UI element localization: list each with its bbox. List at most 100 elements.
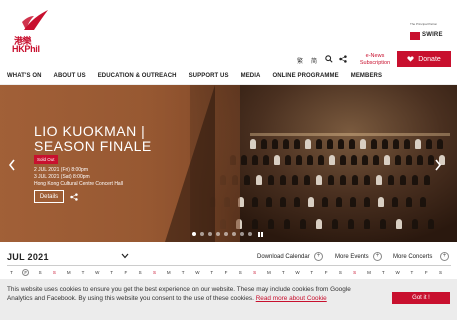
calendar-day[interactable]: S <box>437 270 444 275</box>
musician-figure <box>252 219 258 229</box>
download-calendar-icon[interactable]: + <box>314 252 323 261</box>
musician-figure <box>373 155 379 165</box>
musician-figure <box>428 219 434 229</box>
calendar-month-label[interactable]: JUL 2021 <box>7 252 49 262</box>
nav-online-programme[interactable]: ONLINE PROGRAMME <box>272 73 338 79</box>
calendar-day[interactable]: M <box>265 270 272 275</box>
share-icon[interactable] <box>339 55 347 63</box>
calendar-day[interactable]: S <box>237 270 244 275</box>
carousel-dot[interactable] <box>208 232 212 236</box>
calendar-day[interactable]: W <box>194 270 201 275</box>
calendar-day[interactable]: S <box>251 270 258 275</box>
orchestra-figures <box>210 135 450 242</box>
musician-figure <box>261 139 267 149</box>
musician-figure <box>308 197 314 207</box>
musician-figure <box>316 219 322 229</box>
calendar-day[interactable]: M <box>65 270 72 275</box>
musician-figure <box>378 197 384 207</box>
calendar-day[interactable]: S <box>37 270 44 275</box>
musician-figure <box>318 155 324 165</box>
calendar-day[interactable]: F <box>323 270 330 275</box>
musician-figure <box>395 155 401 165</box>
musician-figure <box>241 155 247 165</box>
musician-figure <box>380 219 386 229</box>
calendar-day[interactable]: S <box>351 270 358 275</box>
more-concerts-icon[interactable]: + <box>440 252 449 261</box>
calendar-day[interactable]: S <box>137 270 144 275</box>
nav-members[interactable]: MEMBERS <box>351 73 382 79</box>
calendar-day[interactable]: T <box>280 270 287 275</box>
calendar-day[interactable]: T <box>208 270 215 275</box>
calendar-day[interactable]: W <box>394 270 401 275</box>
nav-media[interactable]: MEDIA <box>241 73 261 79</box>
donate-button[interactable]: Donate <box>397 51 451 67</box>
carousel-prev-icon[interactable] <box>8 159 16 171</box>
musician-figure <box>338 139 344 149</box>
carousel-dot[interactable] <box>248 232 252 236</box>
calendar-day[interactable]: T <box>80 270 87 275</box>
calendar-day[interactable]: T <box>408 270 415 275</box>
main-navigation: WHAT'S ON ABOUT US EDUCATION & OUTREACH … <box>0 68 457 85</box>
carousel-dot[interactable] <box>232 232 236 236</box>
calendar-day[interactable]: W <box>294 270 301 275</box>
carousel-dot[interactable] <box>240 232 244 236</box>
musician-figure <box>384 155 390 165</box>
sold-out-badge: Sold Out <box>34 155 58 164</box>
calendar-day[interactable]: W <box>94 270 101 275</box>
musician-figure <box>392 197 398 207</box>
carousel-dot[interactable] <box>224 232 228 236</box>
calendar-day[interactable]: T <box>308 270 315 275</box>
calendar-day[interactable]: T <box>108 270 115 275</box>
more-events-link[interactable]: More Events <box>335 254 369 260</box>
calendar-day[interactable]: F <box>22 269 30 276</box>
musician-figure <box>412 175 418 185</box>
lang-simplified-chinese[interactable]: 简 <box>311 56 317 65</box>
carousel-next-icon[interactable] <box>434 159 442 171</box>
carousel-dot[interactable] <box>200 232 204 236</box>
cookie-read-more-link[interactable]: Read more about Cookie <box>256 295 327 302</box>
calendar-day[interactable]: T <box>8 270 15 275</box>
hero-title-line1: LIO KUOKMAN | <box>34 123 146 139</box>
enews-subscription-link[interactable]: e-News Subscription <box>356 53 394 67</box>
donate-label: Donate <box>418 55 441 63</box>
musician-figure <box>304 175 310 185</box>
calendar-day[interactable]: F <box>122 270 129 275</box>
carousel-dot[interactable] <box>216 232 220 236</box>
musician-figure <box>351 155 357 165</box>
calendar-day[interactable]: M <box>165 270 172 275</box>
search-icon[interactable] <box>325 55 333 63</box>
calendar-day[interactable]: M <box>366 270 373 275</box>
chevron-down-icon[interactable] <box>121 253 129 259</box>
nav-education-outreach[interactable]: EDUCATION & OUTREACH <box>98 73 177 79</box>
calendar-day[interactable]: T <box>180 270 187 275</box>
principal-patron[interactable]: The Principal Patron SWIRE <box>410 22 450 40</box>
hero-date-2: 3 JUL 2021 (Sat) 8:00pm <box>34 174 90 180</box>
musician-figure <box>349 139 355 149</box>
details-button[interactable]: Details <box>34 190 64 203</box>
pause-icon[interactable] <box>258 232 264 237</box>
calendar-day[interactable]: F <box>223 270 230 275</box>
musician-figure <box>340 175 346 185</box>
calendar-day[interactable]: S <box>337 270 344 275</box>
more-events-icon[interactable]: + <box>373 252 382 261</box>
calendar-day[interactable]: T <box>380 270 387 275</box>
carousel-dot[interactable] <box>192 232 196 236</box>
hero-carousel[interactable] <box>0 85 457 242</box>
hero-share-icon[interactable] <box>70 193 78 201</box>
download-calendar-link[interactable]: Download Calendar <box>257 254 310 260</box>
musician-figure <box>294 197 300 207</box>
calendar-day[interactable]: S <box>51 270 58 275</box>
hkphil-logo[interactable]: 港樂 HKPhil <box>6 8 50 54</box>
nav-whats-on[interactable]: WHAT'S ON <box>7 73 42 79</box>
more-concerts-link[interactable]: More Concerts <box>393 254 432 260</box>
calendar-day[interactable]: F <box>423 270 430 275</box>
nav-support-us[interactable]: SUPPORT US <box>189 73 229 79</box>
musician-figure <box>406 155 412 165</box>
musician-figure <box>283 139 289 149</box>
lang-traditional-chinese[interactable]: 繁 <box>297 56 303 65</box>
calendar-day[interactable]: S <box>151 270 158 275</box>
musician-figure <box>424 175 430 185</box>
cookie-accept-button[interactable]: Got it ! <box>392 292 450 304</box>
nav-about-us[interactable]: ABOUT US <box>54 73 86 79</box>
musician-figure <box>364 197 370 207</box>
